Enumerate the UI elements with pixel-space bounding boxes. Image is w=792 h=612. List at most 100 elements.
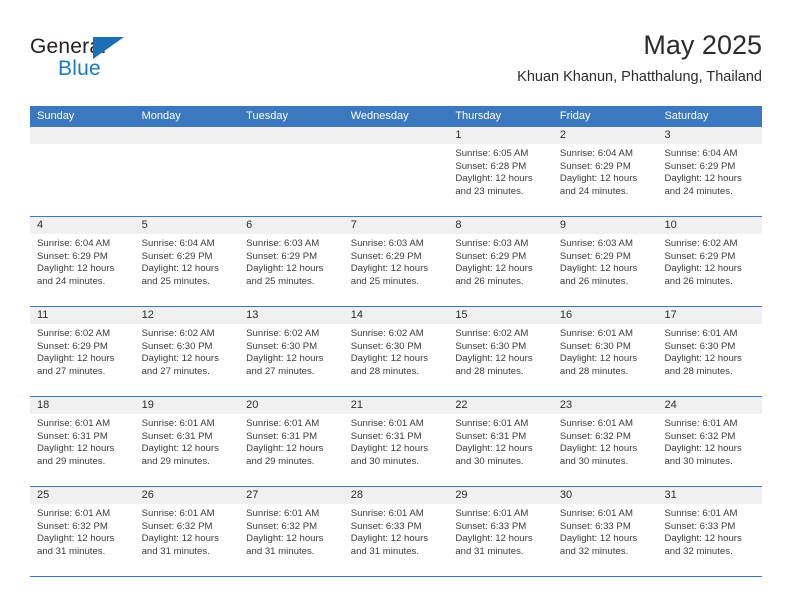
day-details: Sunrise: 6:01 AM Sunset: 6:32 PM Daylight:… xyxy=(30,504,135,558)
sunrise-text: Sunrise: 6:02 AM xyxy=(664,238,738,249)
day-cell[interactable]: 5 Sunrise: 6:04 AM Sunset: 6:29 PM Daylight… xyxy=(134,217,240,306)
day-cell[interactable]: 20 Sunrise: 6:01 AM Sunset: 6:31 PM Dayligh… xyxy=(239,397,344,486)
sunrise-text: Sunrise: 6:02 AM xyxy=(246,328,320,339)
daylight-text-line2: and 24 minutes. xyxy=(664,185,733,197)
daylight-text-line1: Daylight: 12 hours xyxy=(664,533,742,545)
sunset-text: Sunset: 6:31 PM xyxy=(350,430,422,442)
sunset-text: Sunset: 6:29 PM xyxy=(455,250,527,262)
daylight-text-line1: Daylight: 12 hours xyxy=(664,263,742,275)
day-cell[interactable]: 21 Sunrise: 6:01 AM Sunset: 6:31 PM Dayligh… xyxy=(343,397,449,486)
daylight-text-line2: and 23 minutes. xyxy=(455,185,524,197)
sunrise-text: Sunrise: 6:03 AM xyxy=(246,238,320,249)
day-cell[interactable]: 2 Sunrise: 6:04 AM Sunset: 6:29 PM Daylight… xyxy=(552,127,658,216)
sunrise-text: Sunrise: 6:04 AM xyxy=(664,148,738,159)
daylight-text-line1: Daylight: 12 hours xyxy=(37,263,115,275)
general-blue-logo[interactable]: General Blue xyxy=(30,34,160,90)
day-cell[interactable]: 3 Sunrise: 6:04 AM Sunset: 6:29 PM Daylight… xyxy=(657,127,763,216)
day-cell[interactable]: 31 Sunrise: 6:01 AM Sunset: 6:33 PM Dayligh… xyxy=(657,487,763,576)
weekday-header-wednesday: Wednesday xyxy=(350,110,409,122)
day-cell[interactable]: 1 Sunrise: 6:05 AM Sunset: 6:28 PM Daylight… xyxy=(448,127,553,216)
sunset-text: Sunset: 6:32 PM xyxy=(559,430,631,442)
day-cell[interactable]: 7 Sunrise: 6:03 AM Sunset: 6:29 PM Daylight… xyxy=(343,217,449,306)
day-details: Sunrise: 6:02 AM Sunset: 6:30 PM Daylight:… xyxy=(448,324,553,378)
page-title: May 2025 xyxy=(643,30,762,60)
day-number: 12 xyxy=(134,307,240,324)
day-details: Sunrise: 6:01 AM Sunset: 6:33 PM Daylight:… xyxy=(657,504,762,558)
day-cell[interactable]: 28 Sunrise: 6:01 AM Sunset: 6:33 PM Dayligh… xyxy=(343,487,449,576)
daylight-text-line1: Daylight: 12 hours xyxy=(246,533,324,545)
day-number: 20 xyxy=(239,397,344,414)
sunrise-text: Sunrise: 6:01 AM xyxy=(664,418,738,429)
daylight-text-line1: Daylight: 12 hours xyxy=(246,353,324,365)
sunrise-text: Sunrise: 6:02 AM xyxy=(37,328,111,339)
sunset-text: Sunset: 6:32 PM xyxy=(246,520,318,532)
daylight-text-line2: and 29 minutes. xyxy=(246,455,315,467)
calendar-week-row: 1 Sunrise: 6:05 AM Sunset: 6:28 PM Daylight… xyxy=(30,127,763,217)
sunset-text: Sunset: 6:29 PM xyxy=(37,340,108,352)
weekday-header-row: Sunday Monday Tuesday Wednesday Thursday Frid… xyxy=(30,106,762,127)
day-cell[interactable]: 15 Sunrise: 6:02 AM Sunset: 6:30 PM Dayligh… xyxy=(448,307,553,396)
day-cell[interactable]: 29 Sunrise: 6:01 AM Sunset: 6:33 PM Dayligh… xyxy=(448,487,553,576)
sunset-text: Sunset: 6:29 PM xyxy=(141,250,213,262)
daylight-text-line2: and 24 minutes. xyxy=(559,185,629,197)
day-number: 8 xyxy=(448,217,553,234)
day-cell[interactable]: 27 Sunrise: 6:01 AM Sunset: 6:32 PM Dayligh… xyxy=(239,487,344,576)
day-cell[interactable]: 19 Sunrise: 6:01 AM Sunset: 6:31 PM Dayligh… xyxy=(134,397,240,486)
daylight-text-line1: Daylight: 12 hours xyxy=(141,533,219,545)
sunset-text: Sunset: 6:32 PM xyxy=(141,520,213,532)
sunrise-text: Sunrise: 6:01 AM xyxy=(350,418,424,429)
day-number: 27 xyxy=(239,487,344,504)
daylight-text-line1: Daylight: 12 hours xyxy=(37,443,115,455)
day-cell[interactable]: 18 Sunrise: 6:01 AM Sunset: 6:31 PM Dayligh… xyxy=(30,397,135,486)
daylight-text-line2: and 25 minutes. xyxy=(141,275,210,287)
weekday-header-friday: Friday xyxy=(559,110,591,122)
daylight-text-line2: and 30 minutes. xyxy=(455,455,524,467)
calendar-week-row: 4 Sunrise: 6:04 AM Sunset: 6:29 PM Daylight… xyxy=(30,217,763,307)
day-cell[interactable]: 14 Sunrise: 6:02 AM Sunset: 6:30 PM Dayligh… xyxy=(343,307,449,396)
daylight-text-line1: Daylight: 12 hours xyxy=(455,353,533,365)
daylight-text-line2: and 30 minutes. xyxy=(350,455,420,467)
daylight-text-line2: and 27 minutes. xyxy=(141,365,210,377)
daylight-text-line2: and 29 minutes. xyxy=(141,455,210,467)
day-cell[interactable]: 23 Sunrise: 6:01 AM Sunset: 6:32 PM Dayligh… xyxy=(552,397,658,486)
sunrise-text: Sunrise: 6:01 AM xyxy=(559,508,633,519)
day-cell[interactable]: 10 Sunrise: 6:02 AM Sunset: 6:29 PM Dayligh… xyxy=(657,217,763,306)
day-cell[interactable]: 13 Sunrise: 6:02 AM Sunset: 6:30 PM Dayligh… xyxy=(239,307,344,396)
day-details: Sunrise: 6:01 AM Sunset: 6:30 PM Daylight:… xyxy=(553,324,658,378)
day-cell[interactable]: 11 Sunrise: 6:02 AM Sunset: 6:29 PM Dayligh… xyxy=(30,307,135,396)
day-cell[interactable]: 17 Sunrise: 6:01 AM Sunset: 6:30 PM Dayligh… xyxy=(657,307,763,396)
daylight-text-line2: and 31 minutes. xyxy=(455,545,524,557)
daylight-text-line1: Daylight: 12 hours xyxy=(141,353,219,365)
day-number: 16 xyxy=(552,307,658,324)
day-cell[interactable]: 16 Sunrise: 6:01 AM Sunset: 6:30 PM Dayligh… xyxy=(552,307,658,396)
day-number: 1 xyxy=(448,127,553,144)
sunset-text: Sunset: 6:30 PM xyxy=(559,340,631,352)
sunset-text: Sunset: 6:29 PM xyxy=(246,250,318,262)
sunrise-text: Sunrise: 6:01 AM xyxy=(350,508,424,519)
day-cell[interactable]: 12 Sunrise: 6:02 AM Sunset: 6:30 PM Dayligh… xyxy=(134,307,240,396)
sunrise-text: Sunrise: 6:01 AM xyxy=(141,508,215,519)
day-cell[interactable]: 4 Sunrise: 6:04 AM Sunset: 6:29 PM Daylight… xyxy=(30,217,135,306)
day-cell[interactable]: 9 Sunrise: 6:03 AM Sunset: 6:29 PM Daylight… xyxy=(552,217,658,306)
day-cell[interactable]: 26 Sunrise: 6:01 AM Sunset: 6:32 PM Dayligh… xyxy=(134,487,240,576)
day-cell[interactable]: 30 Sunrise: 6:01 AM Sunset: 6:33 PM Dayligh… xyxy=(552,487,658,576)
day-cell[interactable]: 8 Sunrise: 6:03 AM Sunset: 6:29 PM Daylight… xyxy=(448,217,553,306)
day-cell[interactable]: 24 Sunrise: 6:01 AM Sunset: 6:32 PM Dayligh… xyxy=(657,397,763,486)
daylight-text-line2: and 24 minutes. xyxy=(37,275,106,287)
day-cell[interactable]: 6 Sunrise: 6:03 AM Sunset: 6:29 PM Daylight… xyxy=(239,217,344,306)
daylight-text-line1: Daylight: 12 hours xyxy=(559,173,638,185)
daylight-text-line2: and 28 minutes. xyxy=(455,365,524,377)
sunset-text: Sunset: 6:33 PM xyxy=(664,520,736,532)
sunset-text: Sunset: 6:28 PM xyxy=(455,160,527,172)
day-details: Sunrise: 6:02 AM Sunset: 6:30 PM Daylight:… xyxy=(344,324,449,378)
day-cell[interactable]: 25 Sunrise: 6:01 AM Sunset: 6:32 PM Dayligh… xyxy=(30,487,135,576)
day-number: 14 xyxy=(343,307,449,324)
day-cell[interactable]: 22 Sunrise: 6:01 AM Sunset: 6:31 PM Dayligh… xyxy=(448,397,553,486)
logo-word-blue: Blue xyxy=(58,57,101,80)
sunset-text: Sunset: 6:32 PM xyxy=(37,520,108,532)
day-number: 25 xyxy=(30,487,135,504)
day-details: Sunrise: 6:01 AM Sunset: 6:30 PM Daylight:… xyxy=(657,324,762,378)
daylight-text-line1: Daylight: 12 hours xyxy=(664,173,742,185)
daylight-text-line2: and 27 minutes. xyxy=(246,365,315,377)
sunrise-text: Sunrise: 6:01 AM xyxy=(37,508,111,519)
